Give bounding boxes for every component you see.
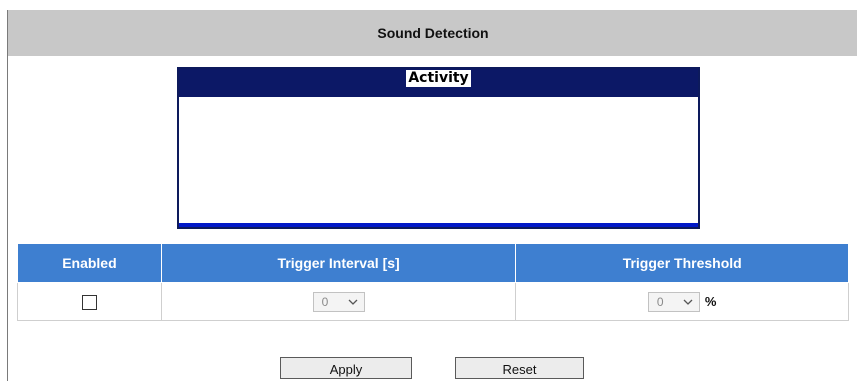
trigger-interval-cell: 0	[160, 282, 517, 321]
sound-detection-settings-table: Enabled Trigger Interval [s] Trigger Thr…	[17, 243, 849, 321]
activity-title: Activity	[406, 70, 471, 87]
column-header-trigger-interval: Trigger Interval [s]	[160, 243, 517, 283]
activity-monitor: Activity	[177, 67, 700, 229]
chevron-down-icon	[348, 299, 358, 305]
activity-header: Activity	[179, 69, 698, 97]
enabled-cell	[17, 282, 162, 321]
column-header-enabled: Enabled	[17, 243, 162, 283]
chevron-down-icon	[683, 299, 693, 305]
sound-detection-panel: Sound Detection Activity Enabled Trigger…	[7, 10, 857, 381]
trigger-threshold-value: 0	[656, 294, 664, 309]
trigger-threshold-select[interactable]: 0	[647, 291, 700, 312]
trigger-interval-select[interactable]: 0	[312, 291, 365, 312]
table-header-row: Enabled Trigger Interval [s] Trigger Thr…	[17, 243, 849, 283]
reset-button[interactable]: Reset	[455, 357, 584, 379]
page-title: Sound Detection	[377, 25, 489, 41]
table-row: 0 0 %	[17, 282, 849, 321]
column-header-trigger-threshold: Trigger Threshold	[515, 243, 849, 283]
threshold-unit-label: %	[704, 294, 717, 309]
section-header: Sound Detection	[8, 10, 857, 56]
trigger-threshold-cell: 0 %	[515, 282, 849, 321]
apply-button[interactable]: Apply	[280, 357, 412, 379]
activity-level-bar	[179, 223, 698, 227]
enabled-checkbox[interactable]	[81, 294, 97, 310]
activity-graph-area	[179, 97, 698, 223]
trigger-interval-value: 0	[321, 294, 329, 309]
